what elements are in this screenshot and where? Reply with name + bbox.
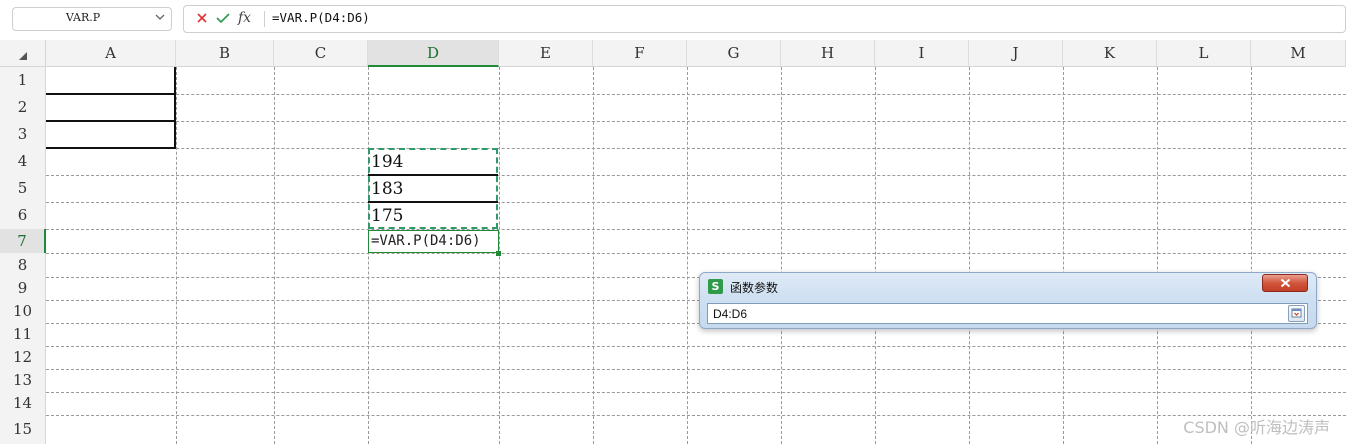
column-gridline [687, 67, 688, 444]
cell-A1[interactable] [46, 67, 176, 95]
column-header-h[interactable]: H [781, 40, 875, 67]
row-header-5[interactable]: 5 [0, 175, 46, 202]
column-header-b[interactable]: B [176, 40, 274, 67]
row-header-13[interactable]: 13 [0, 369, 46, 392]
range-input[interactable]: D4:D6 [707, 303, 1308, 324]
column-gridline [969, 67, 970, 444]
dialog-title: 函数参数 [730, 281, 779, 295]
reference-marquee [368, 148, 498, 229]
row-header-1[interactable]: 1 [0, 67, 46, 94]
row-gridline [46, 415, 1346, 416]
row-header-4[interactable]: 4 [0, 148, 46, 175]
formula-text[interactable]: =VAR.P(D4:D6) [272, 10, 370, 25]
column-gridline [875, 67, 876, 444]
row-gridline [46, 121, 1346, 122]
check-icon[interactable] [216, 12, 230, 24]
row-header-8[interactable]: 8 [0, 253, 46, 277]
active-cell-D7[interactable]: =VAR.P(D4:D6) [368, 230, 499, 253]
expand-icon [1291, 308, 1302, 318]
column-gridline [368, 67, 369, 444]
select-all-icon [19, 52, 27, 60]
row-header-10[interactable]: 10 [0, 300, 46, 323]
row-gridline [46, 229, 1346, 230]
row-header-2[interactable]: 2 [0, 94, 46, 121]
row-header-7[interactable]: 7 [0, 229, 46, 253]
column-gridline [593, 67, 594, 444]
row-header-9[interactable]: 9 [0, 277, 46, 300]
row-header-15[interactable]: 15 [0, 415, 46, 444]
name-box-value: VAR.P [65, 11, 101, 24]
fx-icon[interactable]: fx [238, 10, 251, 26]
chevron-down-icon[interactable] [155, 12, 165, 22]
column-header-l[interactable]: L [1157, 40, 1251, 67]
row-header-11[interactable]: 11 [0, 323, 46, 346]
column-header-d[interactable]: D [368, 40, 499, 67]
row-gridline [46, 148, 1346, 149]
column-gridline [1157, 67, 1158, 444]
cell-A3[interactable] [46, 121, 176, 149]
row-header-6[interactable]: 6 [0, 202, 46, 229]
row-gridline [46, 202, 1346, 203]
row-gridline [46, 175, 1346, 176]
column-header-e[interactable]: E [499, 40, 593, 67]
column-gridline [1251, 67, 1252, 444]
close-button[interactable] [1262, 274, 1308, 292]
column-gridline [176, 67, 177, 444]
column-header-a[interactable]: A [46, 40, 176, 67]
row-gridline [46, 94, 1346, 95]
row-gridline [46, 346, 1346, 347]
formula-bar: VAR.P fx =VAR.P(D4:D6) [0, 0, 1346, 41]
column-header-m[interactable]: M [1251, 40, 1346, 67]
row-header-14[interactable]: 14 [0, 392, 46, 415]
watermark: CSDN @听海边涛声 [1183, 418, 1330, 437]
name-box[interactable]: VAR.P [12, 7, 172, 31]
range-input-value: D4:D6 [713, 307, 748, 321]
column-header-k[interactable]: K [1063, 40, 1157, 67]
expand-dialog-button[interactable] [1288, 305, 1305, 322]
column-gridline [781, 67, 782, 444]
row-gridline [46, 369, 1346, 370]
cell-A2[interactable] [46, 94, 176, 122]
formula-input-area[interactable]: fx =VAR.P(D4:D6) [183, 5, 1346, 33]
app-logo-icon: S [708, 279, 723, 294]
column-gridline [1063, 67, 1064, 444]
row-header-12[interactable]: 12 [0, 346, 46, 369]
cell-edit-text: =VAR.P(D4:D6) [371, 233, 481, 249]
close-icon [1280, 278, 1291, 288]
row-header-3[interactable]: 3 [0, 121, 46, 148]
column-header-f[interactable]: F [593, 40, 687, 67]
function-arguments-dialog[interactable]: S 函数参数 D4:D6 [699, 272, 1317, 329]
fill-handle[interactable] [496, 251, 501, 256]
select-all-corner[interactable] [0, 40, 46, 67]
column-header-g[interactable]: G [687, 40, 781, 67]
column-header-i[interactable]: I [875, 40, 969, 67]
cancel-icon[interactable] [196, 12, 208, 24]
column-header-j[interactable]: J [969, 40, 1063, 67]
divider [264, 11, 265, 27]
row-gridline [46, 392, 1346, 393]
column-header-c[interactable]: C [274, 40, 368, 67]
column-gridline [274, 67, 275, 444]
row-gridline [46, 253, 1346, 254]
